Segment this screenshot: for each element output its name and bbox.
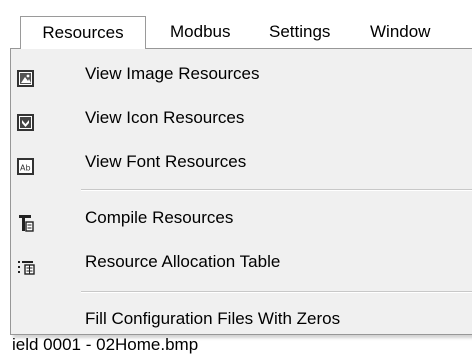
menu-item-view-font-resources[interactable]: Ab View Font Resources — [11, 144, 472, 180]
menu-modbus[interactable]: Modbus — [170, 18, 230, 48]
svg-text:Ab: Ab — [20, 164, 31, 173]
menu-item-label: Compile Resources — [85, 208, 234, 227]
menu-separator — [81, 291, 472, 293]
image-resource-icon — [17, 65, 35, 87]
menu-window[interactable]: Window — [370, 18, 430, 48]
menu-item-fill-configuration-files-with-zeros[interactable]: Fill Configuration Files With Zeros — [11, 301, 472, 337]
menu-item-resource-allocation-table[interactable]: Resource Allocation Table — [11, 244, 472, 280]
icon-resource-icon — [17, 109, 35, 131]
menu-item-label: View Image Resources — [85, 64, 260, 83]
menu-bar: Resources Modbus Settings Window — [0, 0, 472, 50]
menu-item-view-icon-resources[interactable]: View Icon Resources — [11, 100, 472, 136]
menu-item-label: View Font Resources — [85, 152, 247, 171]
table-icon — [17, 253, 35, 275]
menu-item-view-image-resources[interactable]: View Image Resources — [11, 56, 472, 92]
font-resource-icon: Ab — [17, 153, 35, 175]
menu-settings[interactable]: Settings — [269, 18, 330, 48]
menu-separator — [81, 189, 472, 191]
background-list-item: ield 0001 - 02Home.bmp — [12, 335, 199, 354]
menu-resources[interactable]: Resources — [20, 16, 146, 49]
resources-dropdown-menu: View Image Resources View Icon Resources… — [10, 48, 472, 335]
menu-item-label: View Icon Resources — [85, 108, 245, 127]
compile-icon — [17, 209, 35, 232]
menu-item-label: Resource Allocation Table — [85, 252, 281, 271]
menu-item-label: Fill Configuration Files With Zeros — [85, 309, 341, 328]
menu-item-compile-resources[interactable]: Compile Resources — [11, 200, 472, 236]
